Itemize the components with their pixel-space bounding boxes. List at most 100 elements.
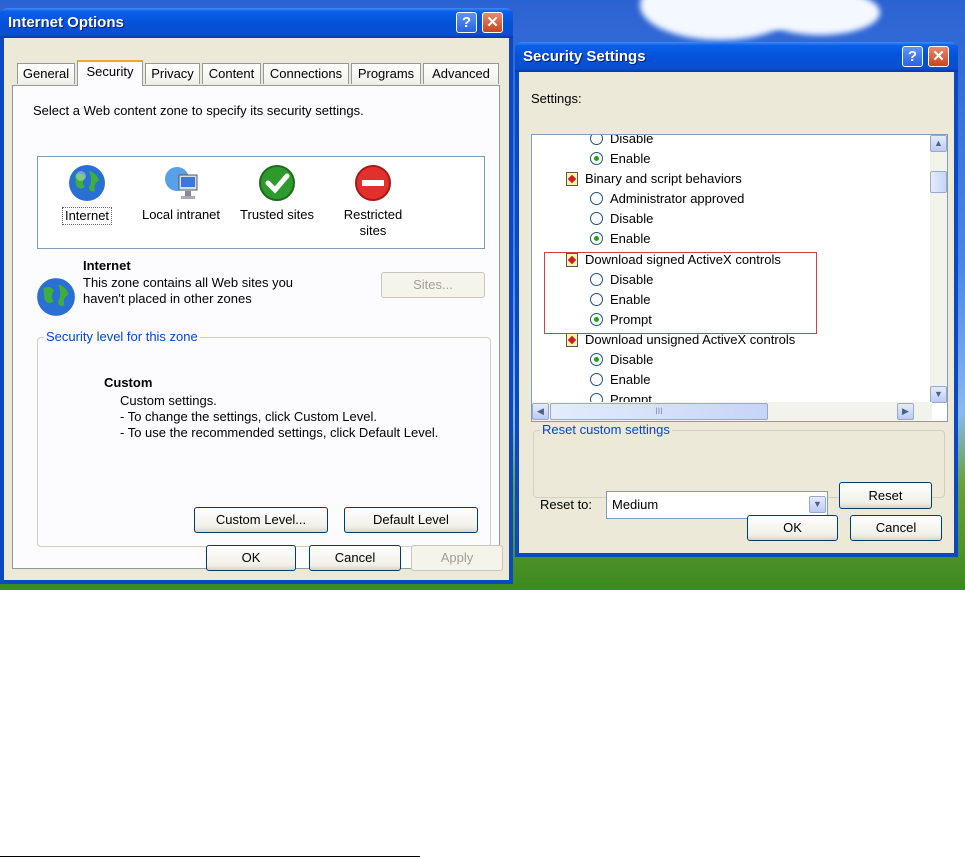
sites-button[interactable]: Sites...	[381, 272, 485, 298]
zone-label: Restricted sites	[343, 207, 403, 238]
reset-button[interactable]: Reset	[839, 482, 932, 509]
cancel-button[interactable]: Cancel	[850, 515, 942, 541]
tab-content[interactable]: Content	[202, 63, 261, 84]
title-bar[interactable]: Security Settings ? ✕	[515, 42, 958, 72]
chevron-right-icon: ▶	[902, 406, 909, 416]
chevron-down-icon: ▼	[813, 499, 822, 509]
setting-category-icon	[566, 172, 578, 186]
zone-description: haven't placed in other zones	[83, 291, 252, 306]
list-item[interactable]: Disable	[590, 350, 653, 370]
divider-line	[0, 856, 420, 857]
security-level-text: - To use the recommended settings, click…	[120, 425, 439, 440]
internet-options-window: Internet Options ? ✕ General Security Pr…	[0, 8, 513, 584]
zone-internet[interactable]: Internet	[42, 163, 132, 225]
zone-label: Internet	[61, 207, 113, 225]
checkmark-icon	[259, 165, 295, 201]
zone-label: Trusted sites	[240, 207, 314, 222]
option-label: Disable	[610, 211, 654, 226]
radio-checked-icon[interactable]	[590, 152, 603, 165]
scroll-thumb[interactable]	[930, 171, 947, 193]
tab-general[interactable]: General	[17, 63, 75, 84]
radio-checked-icon[interactable]	[590, 232, 603, 245]
zone-local-intranet[interactable]: Local intranet	[136, 163, 226, 223]
radio-icon[interactable]	[590, 212, 603, 225]
security-level-group: Security level for this zone Custom Cust…	[37, 329, 491, 547]
zone-prompt: Select a Web content zone to specify its…	[33, 103, 364, 118]
chevron-left-icon: ◀	[537, 406, 544, 416]
zone-name: Internet	[83, 258, 131, 273]
category-item: Binary and script behaviors	[566, 169, 742, 189]
group-label: Reset custom settings	[540, 422, 672, 437]
list-item[interactable]: Enable	[590, 149, 650, 169]
chevron-down-icon: ▼	[934, 389, 943, 399]
intranet-computer-icon	[165, 167, 198, 199]
security-settings-window: Security Settings ? ✕ Settings: Disable …	[515, 42, 958, 557]
security-tab-panel: Select a Web content zone to specify its…	[12, 85, 500, 569]
window-title: Internet Options	[8, 14, 124, 31]
list-item[interactable]: Enable	[590, 229, 650, 249]
option-label: Disable	[610, 352, 654, 367]
tab-advanced[interactable]: Advanced	[423, 63, 499, 84]
category-label: Download unsigned ActiveX controls	[585, 332, 796, 347]
horizontal-scrollbar[interactable]: ◀ III ▶	[532, 402, 932, 421]
scroll-up-button[interactable]: ▲	[930, 135, 947, 152]
cancel-button[interactable]: Cancel	[309, 545, 401, 571]
window-title: Security Settings	[523, 48, 646, 65]
category-label: Binary and script behaviors	[585, 171, 742, 186]
zone-restricted-sites[interactable]: Restricted sites	[328, 163, 418, 239]
globe-icon	[37, 278, 75, 316]
chevron-up-icon: ▲	[934, 138, 943, 148]
tab-programs[interactable]: Programs	[351, 63, 421, 84]
title-bar[interactable]: Internet Options ? ✕	[0, 8, 513, 38]
list-item[interactable]: Administrator approved	[590, 189, 744, 209]
option-label: Administrator approved	[610, 191, 745, 206]
zone-description: This zone contains all Web sites you	[83, 275, 294, 290]
cloud	[760, 0, 880, 35]
help-button[interactable]: ?	[456, 12, 477, 33]
ok-button[interactable]: OK	[206, 545, 296, 571]
radio-checked-icon[interactable]	[590, 353, 603, 366]
dialog-body: Settings: Disable Enable Binary and scri…	[519, 72, 954, 553]
settings-label: Settings:	[531, 91, 582, 106]
security-level-text: Custom settings.	[120, 393, 217, 408]
dropdown-button[interactable]: ▼	[809, 496, 826, 513]
zone-list: Internet Local intranet Trusted sites Re…	[37, 156, 485, 249]
scroll-thumb[interactable]: III	[550, 403, 768, 420]
vertical-scrollbar[interactable]: ▲ ▼	[930, 135, 947, 403]
question-mark-icon: ?	[907, 48, 918, 65]
group-label: Security level for this zone	[44, 329, 200, 344]
zone-label: Local intranet	[141, 207, 221, 222]
zone-trusted-sites[interactable]: Trusted sites	[232, 163, 322, 223]
setting-category-icon	[566, 333, 578, 347]
radio-icon[interactable]	[590, 373, 603, 386]
no-entry-icon	[355, 165, 391, 201]
reset-to-label: Reset to:	[540, 497, 593, 512]
tab-security[interactable]: Security	[77, 60, 143, 86]
close-icon: ✕	[486, 14, 499, 31]
default-level-button[interactable]: Default Level	[344, 507, 478, 533]
close-icon: ✕	[932, 48, 945, 65]
radio-icon[interactable]	[590, 192, 603, 205]
custom-level-button[interactable]: Custom Level...	[194, 507, 328, 533]
help-button[interactable]: ?	[902, 46, 923, 67]
ok-button[interactable]: OK	[747, 515, 838, 541]
settings-list[interactable]: Disable Enable Binary and script behavio…	[531, 134, 948, 422]
apply-button[interactable]: Apply	[411, 545, 503, 571]
list-item[interactable]: Enable	[590, 370, 650, 390]
close-button[interactable]: ✕	[482, 12, 503, 33]
tab-connections[interactable]: Connections	[263, 63, 349, 84]
tab-privacy[interactable]: Privacy	[145, 63, 200, 84]
list-item[interactable]: Disable	[590, 209, 653, 229]
security-level-text: - To change the settings, click Custom L…	[120, 409, 377, 424]
radio-icon[interactable]	[590, 135, 603, 145]
scroll-down-button[interactable]: ▼	[930, 386, 947, 403]
scroll-right-button[interactable]: ▶	[897, 403, 914, 420]
security-level-name: Custom	[104, 375, 153, 390]
close-button[interactable]: ✕	[928, 46, 949, 67]
scroll-left-button[interactable]: ◀	[532, 403, 549, 420]
highlight-box	[544, 252, 817, 334]
select-value: Medium	[612, 497, 659, 512]
globe-icon	[69, 165, 105, 201]
list-item[interactable]: Disable	[590, 135, 653, 149]
option-label: Enable	[610, 372, 651, 387]
